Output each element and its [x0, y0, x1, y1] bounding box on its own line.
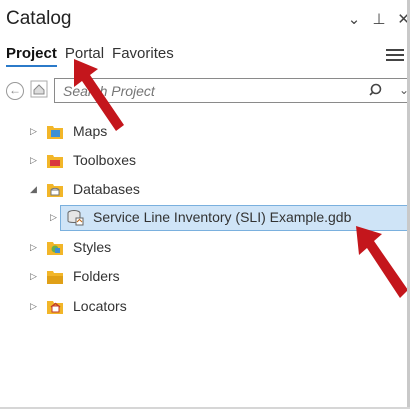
tree-item-locators[interactable]: ▷ Locators: [0, 295, 410, 319]
tree-item-label: Service Line Inventory (SLI) Example.gdb: [93, 209, 352, 225]
collapse-icon[interactable]: ◢: [30, 184, 40, 194]
menu-icon[interactable]: [386, 49, 404, 64]
tree-item-databases[interactable]: ◢ Databases: [0, 178, 410, 202]
tree-item-label: Folders: [73, 268, 120, 284]
pane-title-buttons: ⌄ ⊥ ✕: [348, 10, 410, 28]
styles-folder-icon: [47, 242, 63, 255]
expand-icon[interactable]: ▷: [30, 301, 40, 311]
toolbox-folder-icon: [47, 155, 63, 168]
expand-icon[interactable]: ▷: [30, 242, 40, 252]
folders-folder-icon: [47, 271, 63, 284]
geodatabase-icon: [67, 210, 84, 226]
locators-folder-icon: [47, 301, 63, 314]
annotation-arrow-project-tab: [74, 59, 124, 131]
expand-icon[interactable]: ▷: [50, 212, 60, 222]
tree-item-styles[interactable]: ▷ Styles: [0, 236, 410, 260]
tree-item-folders[interactable]: ▷ Folders: [0, 265, 410, 289]
pin-icon[interactable]: ⊥: [372, 10, 385, 28]
tree-item-label: Toolboxes: [73, 152, 137, 168]
pane-options-dropdown-icon[interactable]: ⌄: [348, 10, 361, 28]
pane-title: Catalog: [6, 8, 72, 29]
back-arrow-icon[interactable]: ←: [6, 82, 24, 100]
expand-icon[interactable]: ▷: [30, 155, 40, 165]
home-icon[interactable]: [30, 80, 48, 98]
tab-project[interactable]: Project: [6, 45, 57, 67]
expand-icon[interactable]: ▷: [30, 271, 40, 281]
tree-item-sli-gdb[interactable]: ▷ Service Line Inventory (SLI) Example.g…: [0, 206, 410, 230]
expand-icon[interactable]: ▷: [30, 126, 40, 136]
tree-item-label: Styles: [73, 239, 112, 255]
tree-item-toolboxes[interactable]: ▷ Toolboxes: [0, 149, 410, 173]
catalog-pane: Catalog ⌄ ⊥ ✕ Project Portal Favorites ←…: [0, 0, 410, 409]
annotation-arrow-gdb: [356, 226, 408, 298]
search-icon[interactable]: [369, 82, 385, 98]
tree-item-label: Databases: [73, 181, 140, 197]
tree-item-label: Locators: [73, 298, 127, 314]
database-folder-icon: [47, 184, 63, 197]
